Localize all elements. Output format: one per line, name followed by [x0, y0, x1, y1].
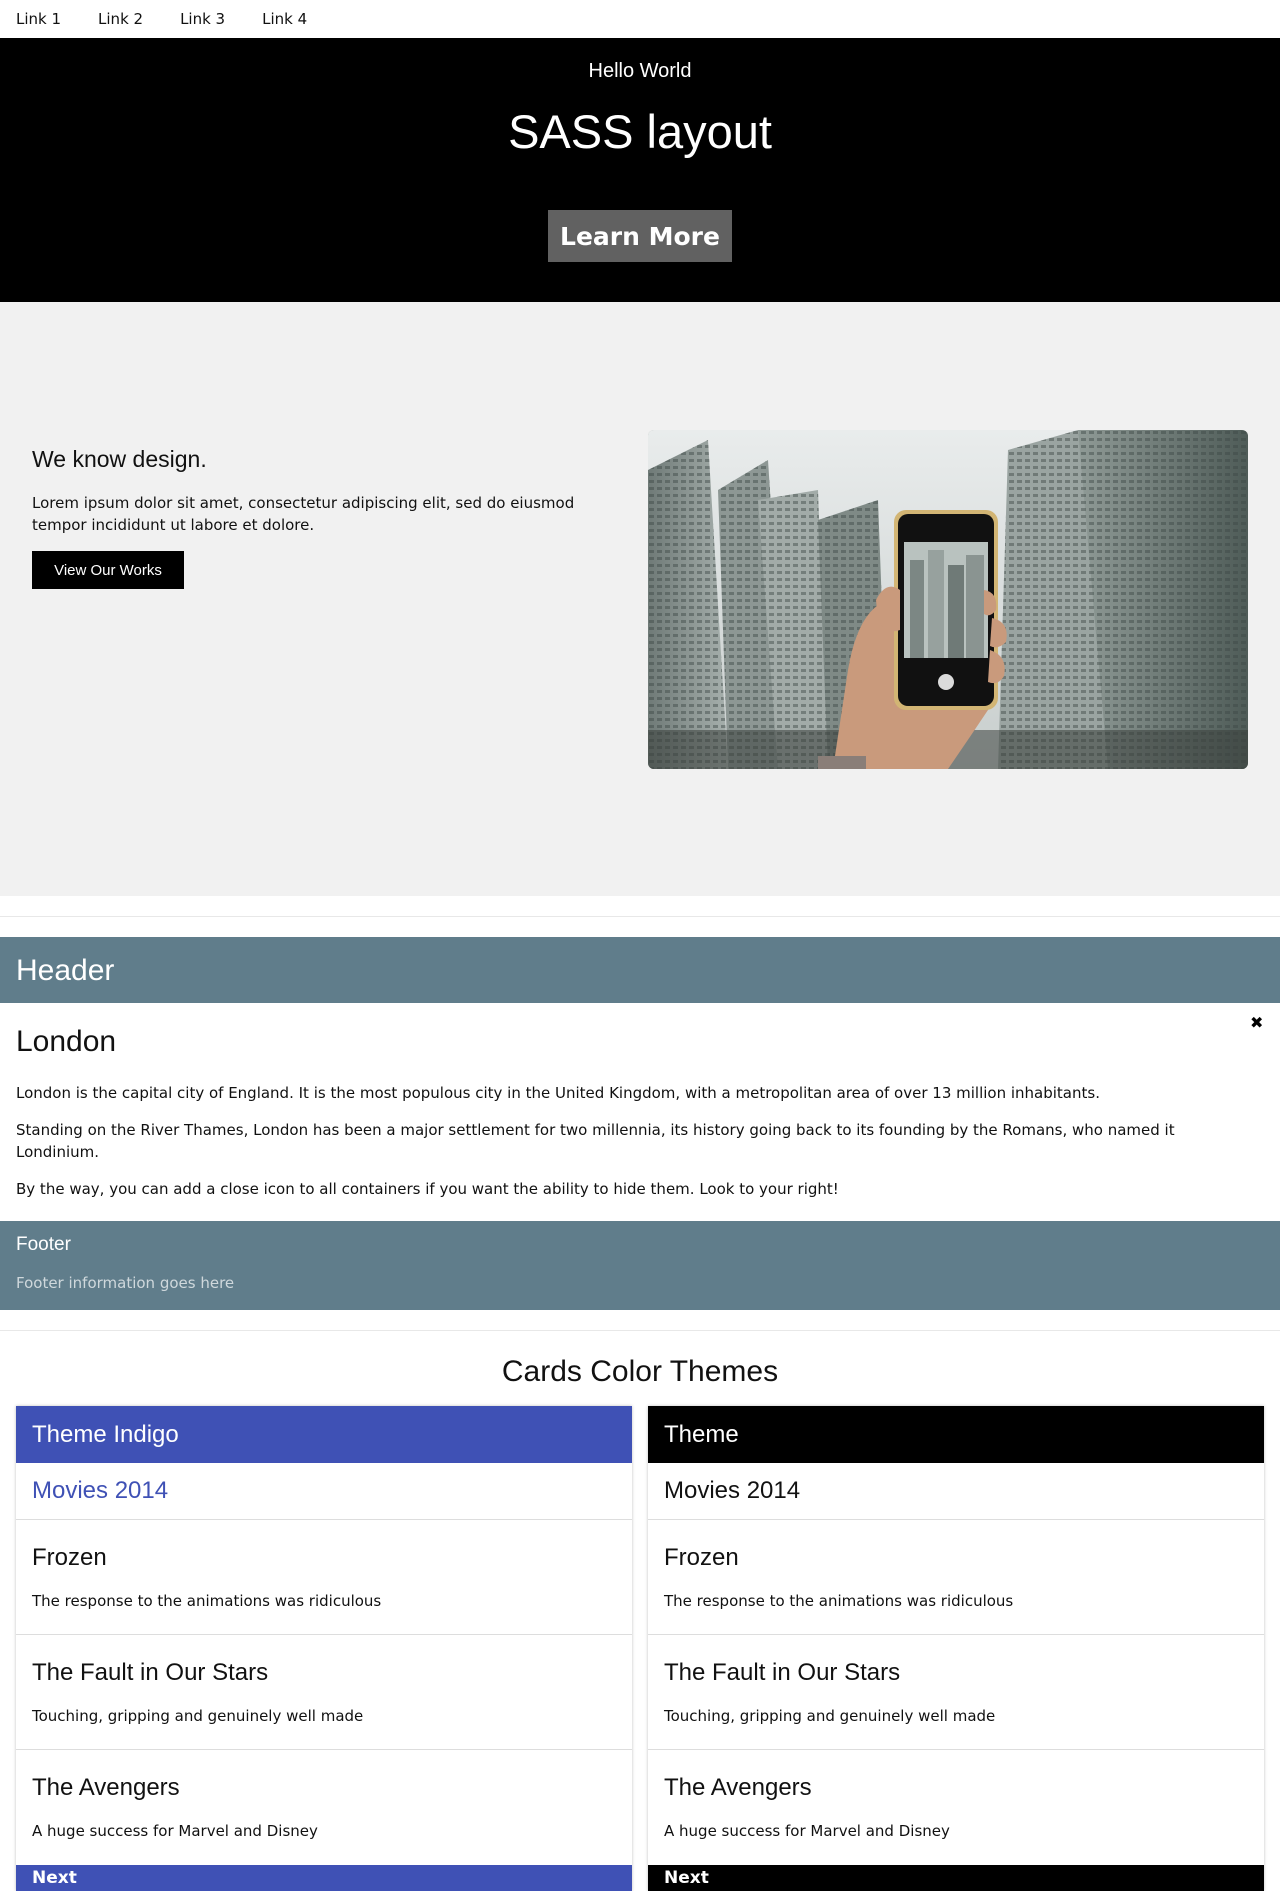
card-subtitle-row: Movies 2014 — [16, 1463, 632, 1520]
movie-title: The Fault in Our Stars — [664, 1659, 901, 1686]
movie-title: The Fault in Our Stars — [32, 1659, 269, 1686]
panel-footer-text: Footer information goes here — [16, 1274, 235, 1292]
card-theme-indigo: Theme Indigo Movies 2014 Frozen The resp… — [16, 1406, 632, 1891]
hero-title: SASS layout — [508, 105, 772, 158]
top-nav: Link 1 Link 2 Link 3 Link 4 — [0, 0, 1280, 38]
list-item[interactable]: The Avengers A huge success for Marvel a… — [16, 1750, 632, 1865]
hero-banner: Hello World SASS layout Learn More — [0, 38, 1280, 302]
divider — [0, 916, 1280, 917]
divider — [0, 1330, 1280, 1331]
design-heading: We know design. — [32, 446, 207, 472]
nav-link-1[interactable]: Link 1 — [16, 10, 61, 28]
panel-footer-title: Footer — [16, 1234, 71, 1255]
panel-title: London — [16, 1025, 117, 1058]
panel-paragraph: By the way, you can add a close icon to … — [16, 1180, 839, 1198]
cards-section-title: Cards Color Themes — [501, 1355, 779, 1388]
movie-description: Touching, gripping and genuinely well ma… — [32, 1707, 364, 1725]
close-icon[interactable]: ✖ — [1250, 1013, 1263, 1032]
list-item[interactable]: The Avengers A huge success for Marvel a… — [648, 1750, 1264, 1865]
panel-paragraph: London is the capital city of England. I… — [16, 1084, 1100, 1102]
card-theme-title: Theme Indigo — [32, 1421, 179, 1448]
hero-greeting: Hello World — [588, 60, 692, 82]
card-header: Theme Indigo — [16, 1406, 632, 1463]
list-item[interactable]: Frozen The response to the animations wa… — [648, 1520, 1264, 1635]
city-phone-photo — [648, 430, 1248, 769]
movie-description: Touching, gripping and genuinely well ma… — [664, 1707, 996, 1725]
next-button[interactable]: Next — [648, 1865, 1264, 1891]
movie-title: Frozen — [664, 1544, 739, 1571]
card-subtitle-row: Movies 2014 — [648, 1463, 1264, 1520]
card-theme-title: Theme — [664, 1421, 739, 1448]
card-subtitle: Movies 2014 — [664, 1477, 801, 1504]
nav-link-3[interactable]: Link 3 — [180, 10, 225, 28]
card-subtitle: Movies 2014 — [32, 1477, 169, 1504]
nav-link-4[interactable]: Link 4 — [262, 10, 307, 28]
movie-description: The response to the animations was ridic… — [664, 1592, 1014, 1610]
design-section: We know design. Lorem ipsum dolor sit am… — [0, 302, 1280, 896]
nav-link-2[interactable]: Link 2 — [98, 10, 143, 28]
card-theme-black: Theme Movies 2014 Frozen The response to… — [648, 1406, 1264, 1891]
movie-title: The Avengers — [664, 1774, 812, 1801]
panel-footer: Footer Footer information goes here — [0, 1221, 1280, 1310]
movie-description: A huge success for Marvel and Disney — [664, 1822, 950, 1840]
view-works-button[interactable]: View Our Works — [32, 551, 184, 589]
design-text: Lorem ipsum dolor sit amet, consectetur … — [32, 494, 575, 534]
list-item[interactable]: Frozen The response to the animations wa… — [16, 1520, 632, 1635]
list-item[interactable]: The Fault in Our Stars Touching, grippin… — [648, 1635, 1264, 1750]
learn-more-button[interactable]: Learn More — [548, 210, 732, 262]
panel-header: Header — [0, 937, 1280, 1003]
panel-header-title: Header — [16, 954, 115, 987]
card-header: Theme — [648, 1406, 1264, 1463]
next-label: Next — [32, 1868, 77, 1888]
movie-description: A huge success for Marvel and Disney — [32, 1822, 318, 1840]
movie-title: The Avengers — [32, 1774, 180, 1801]
movie-title: Frozen — [32, 1544, 107, 1571]
list-item[interactable]: The Fault in Our Stars Touching, grippin… — [16, 1635, 632, 1750]
panel-body: London ✖ London is the capital city of E… — [0, 1003, 1280, 1221]
next-button[interactable]: Next — [16, 1865, 632, 1891]
panel-paragraph: Standing on the River Thames, London has… — [16, 1121, 1175, 1161]
next-label: Next — [664, 1868, 709, 1888]
movie-description: The response to the animations was ridic… — [32, 1592, 382, 1610]
